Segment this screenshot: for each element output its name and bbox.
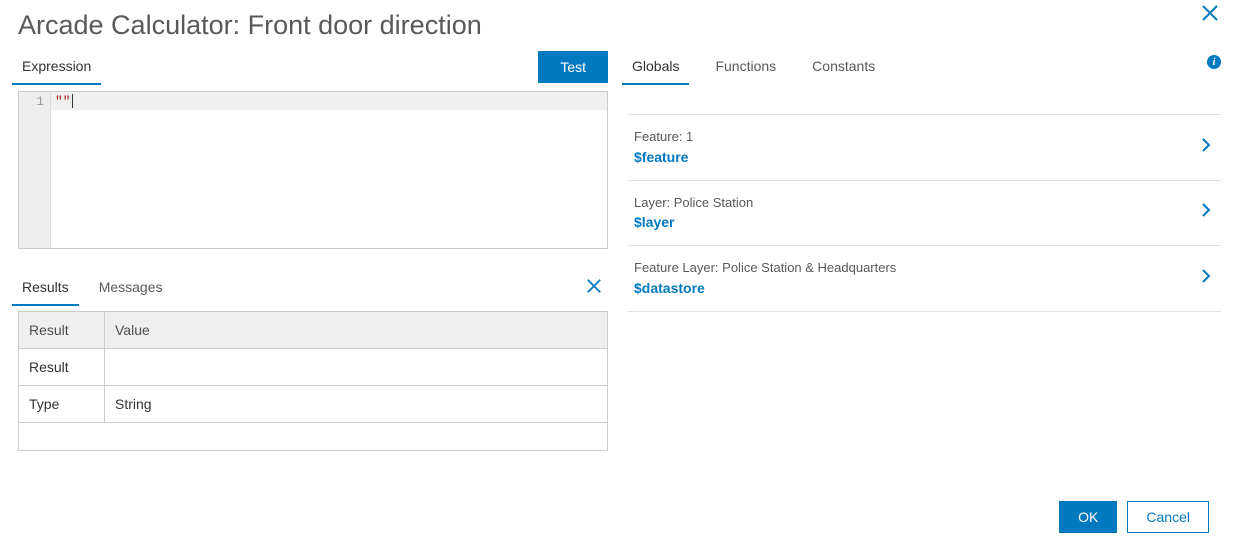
editor-cursor [72,94,73,108]
dialog-footer: OK Cancel [1059,501,1209,533]
global-item-feature[interactable]: Feature: 1 $feature [628,114,1221,181]
row-key: Result [19,349,105,386]
close-icon[interactable] [1201,4,1219,26]
results-header-value: Value [105,312,608,349]
global-label: Feature: 1 [634,127,693,147]
tab-messages[interactable]: Messages [95,271,167,305]
global-label: Layer: Police Station [634,193,753,213]
chevron-right-icon [1201,202,1211,223]
ok-button[interactable]: OK [1059,501,1117,533]
results-header-result: Result [19,312,105,349]
reference-pane: Globals Functions Constants i Feature: 1… [628,47,1221,471]
tab-functions[interactable]: Functions [711,50,780,84]
results-table: Result Value Result Type String [18,311,608,451]
row-key: Type [19,386,105,423]
expression-pane: Expression Test 1 "" Results Messages [18,47,608,471]
global-variable: $layer [634,212,753,233]
tab-constants[interactable]: Constants [808,50,879,84]
cancel-button[interactable]: Cancel [1127,501,1209,533]
table-row-empty [19,423,608,451]
row-value [105,349,608,386]
tab-results[interactable]: Results [18,271,73,305]
global-variable: $datastore [634,278,896,299]
tab-globals[interactable]: Globals [628,50,683,84]
line-number: 1 [19,94,44,109]
row-value: String [105,386,608,423]
expression-editor[interactable]: 1 "" [18,91,608,249]
chevron-right-icon [1201,137,1211,158]
table-row: Type String [19,386,608,423]
clear-results-icon[interactable] [580,277,608,300]
global-item-datastore[interactable]: Feature Layer: Police Station & Headquar… [628,246,1221,312]
tab-expression[interactable]: Expression [18,50,95,84]
editor-content: "" [55,94,71,109]
global-label: Feature Layer: Police Station & Headquar… [634,258,896,278]
table-row: Result [19,349,608,386]
chevron-right-icon [1201,268,1211,289]
global-variable: $feature [634,147,693,168]
test-button[interactable]: Test [538,51,608,83]
info-icon[interactable]: i [1207,55,1221,69]
dialog-header: Arcade Calculator: Front door direction [0,0,1239,47]
editor-gutter: 1 [19,92,51,248]
globals-list: Feature: 1 $feature Layer: Police Statio… [628,91,1221,471]
global-item-layer[interactable]: Layer: Police Station $layer [628,181,1221,247]
dialog-title: Arcade Calculator: Front door direction [18,10,482,41]
